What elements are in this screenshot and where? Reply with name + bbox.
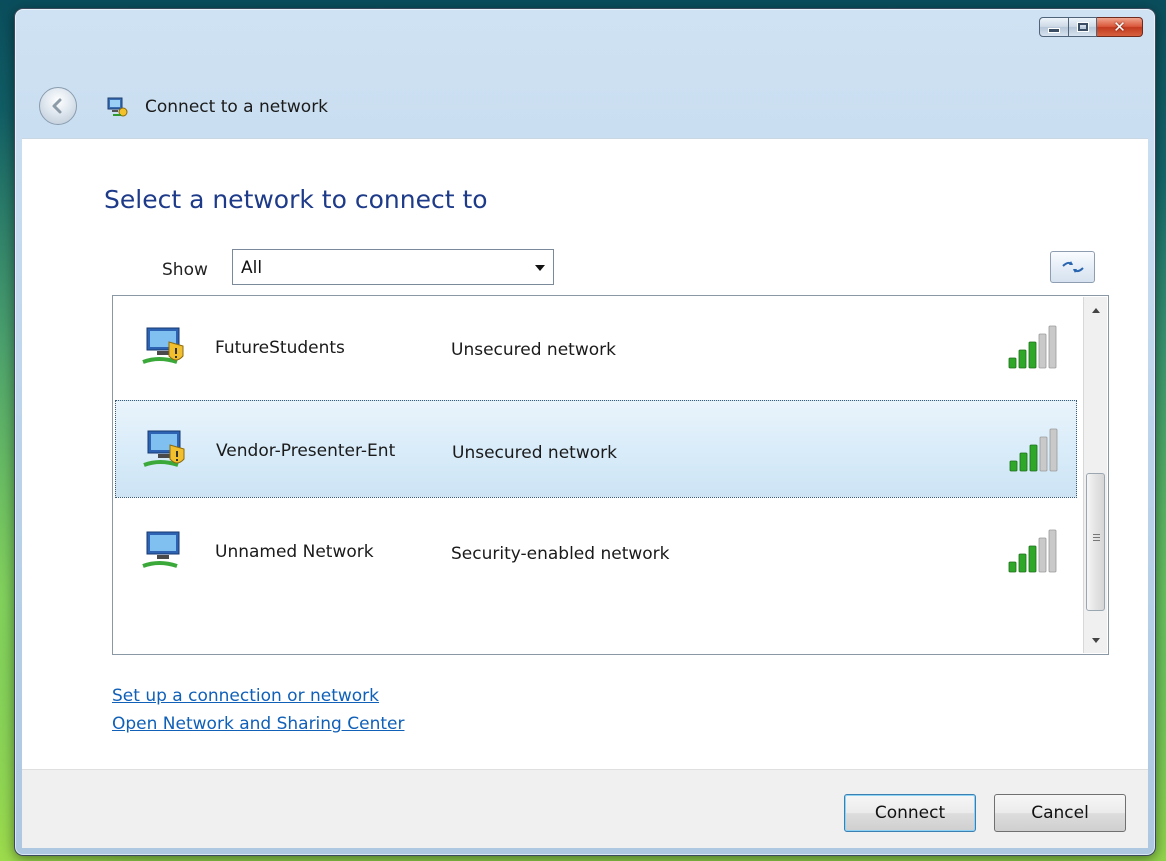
signal-bar bbox=[1019, 452, 1028, 472]
page-heading: Select a network to connect to bbox=[104, 185, 488, 214]
signal-bar bbox=[1018, 553, 1027, 573]
signal-bar bbox=[1008, 561, 1017, 573]
cancel-button[interactable]: Cancel bbox=[994, 794, 1126, 832]
network-sharing-center-link[interactable]: Open Network and Sharing Center bbox=[112, 714, 404, 734]
maximize-icon bbox=[1076, 22, 1089, 32]
dialog-footer: Connect Cancel bbox=[22, 769, 1148, 848]
refresh-icon bbox=[1061, 261, 1084, 273]
show-filter-value: All bbox=[241, 258, 263, 278]
back-button[interactable] bbox=[39, 87, 77, 125]
signal-bar bbox=[1018, 349, 1027, 369]
connect-button[interactable]: Connect bbox=[844, 794, 976, 832]
network-name: Unnamed Network bbox=[215, 542, 374, 562]
network-connect-icon bbox=[107, 97, 128, 117]
network-security: Security-enabled network bbox=[451, 544, 670, 564]
signal-bar bbox=[1009, 460, 1018, 472]
scroll-thumb[interactable] bbox=[1086, 473, 1105, 611]
signal-bar bbox=[1029, 444, 1038, 472]
caption-buttons: ✕ bbox=[1039, 17, 1143, 37]
network-security: Unsecured network bbox=[451, 340, 616, 360]
signal-bar bbox=[1028, 341, 1037, 369]
network-name: Vendor-Presenter-Ent bbox=[216, 441, 396, 461]
show-label: Show bbox=[162, 260, 208, 280]
signal-strength-icon bbox=[1008, 529, 1057, 573]
unsecured-network-icon bbox=[143, 430, 185, 467]
back-arrow-icon bbox=[52, 98, 62, 114]
maximize-button[interactable] bbox=[1069, 17, 1097, 37]
network-list: FutureStudents Unsecured network Vendor-… bbox=[112, 295, 1109, 655]
show-filter-dropdown[interactable]: All bbox=[232, 249, 554, 285]
minimize-icon bbox=[1048, 27, 1060, 33]
signal-bar bbox=[1049, 428, 1058, 472]
signal-bar bbox=[1008, 357, 1017, 369]
close-button[interactable]: ✕ bbox=[1097, 17, 1143, 37]
minimize-button[interactable] bbox=[1039, 17, 1069, 37]
scroll-up-button[interactable] bbox=[1084, 299, 1107, 321]
arrow-down-icon bbox=[1091, 637, 1100, 643]
dialog-window: ✕ Connect to a network Select a network … bbox=[14, 8, 1156, 856]
signal-bar bbox=[1039, 436, 1048, 472]
setup-connection-link[interactable]: Set up a connection or network bbox=[112, 686, 379, 706]
signal-bar bbox=[1038, 537, 1047, 573]
close-icon: ✕ bbox=[1113, 17, 1126, 36]
signal-strength-icon bbox=[1009, 428, 1058, 472]
grip-icon bbox=[1093, 534, 1100, 543]
signal-bar bbox=[1048, 325, 1057, 369]
network-row-vendor-presenter-ent[interactable]: Vendor-Presenter-Ent Unsecured network bbox=[115, 400, 1077, 498]
secure-network-icon bbox=[142, 531, 180, 568]
signal-bar bbox=[1028, 545, 1037, 573]
list-scrollbar[interactable] bbox=[1083, 297, 1107, 653]
signal-bar bbox=[1038, 333, 1047, 369]
signal-strength-icon bbox=[1008, 325, 1057, 369]
content-pane: Select a network to connect to Show All bbox=[22, 138, 1148, 769]
network-row-futurestudents[interactable]: FutureStudents Unsecured network bbox=[115, 298, 1077, 396]
network-row-unnamed-network[interactable]: Unnamed Network Security-enabled network bbox=[115, 502, 1077, 600]
arrow-up-icon bbox=[1091, 307, 1100, 313]
chevron-down-icon bbox=[535, 265, 545, 271]
signal-bar bbox=[1048, 529, 1057, 573]
scroll-down-button[interactable] bbox=[1084, 629, 1107, 651]
network-name: FutureStudents bbox=[215, 338, 345, 358]
window-title: Connect to a network bbox=[145, 97, 329, 117]
unsecured-network-icon bbox=[142, 327, 184, 364]
refresh-button[interactable] bbox=[1050, 251, 1095, 283]
network-security: Unsecured network bbox=[452, 443, 617, 463]
